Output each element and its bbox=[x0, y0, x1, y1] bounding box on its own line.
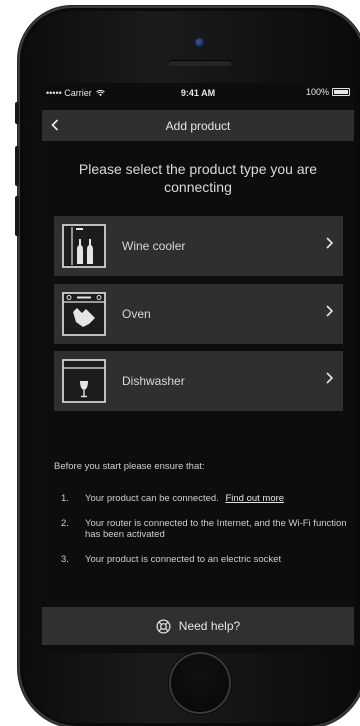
chevron-right-icon bbox=[326, 302, 334, 322]
chevron-right-icon bbox=[326, 234, 334, 254]
mute-switch bbox=[15, 102, 19, 124]
product-dishwasher[interactable]: Dishwasher bbox=[54, 351, 343, 411]
home-button[interactable] bbox=[171, 654, 229, 712]
nav-bar: Add product bbox=[42, 110, 354, 141]
volume-up-button bbox=[15, 146, 19, 186]
checklist-item: 2. Your router is connected to the Inter… bbox=[61, 518, 347, 540]
product-label: Dishwasher bbox=[122, 374, 185, 388]
chevron-right-icon bbox=[326, 369, 334, 389]
product-oven[interactable]: Oven bbox=[54, 284, 343, 344]
battery-percent: 100% bbox=[305, 87, 329, 97]
need-help-label: Need help? bbox=[178, 619, 241, 633]
front-camera bbox=[195, 38, 204, 47]
dishwasher-icon bbox=[62, 359, 106, 403]
app-screen: ••••• Carrier 9:41 AM 100% Add product P… bbox=[42, 83, 354, 653]
battery-icon bbox=[332, 88, 350, 96]
checklist-item: 1. Your product can be connected. Find o… bbox=[61, 493, 285, 504]
wine-cooler-icon bbox=[62, 224, 106, 268]
find-out-more-link[interactable]: Find out more bbox=[225, 493, 284, 504]
checklist: 1. Your product can be connected. Find o… bbox=[54, 493, 349, 579]
checklist-intro: Before you start please ensure that: bbox=[54, 461, 205, 472]
oven-icon bbox=[62, 292, 106, 336]
product-wine-cooler[interactable]: Wine cooler bbox=[54, 216, 343, 276]
need-help-button[interactable]: Need help? bbox=[42, 607, 354, 645]
product-label: Wine cooler bbox=[122, 239, 186, 253]
volume-down-button bbox=[15, 196, 19, 236]
checklist-item: 3. Your product is connected to an elect… bbox=[61, 554, 282, 565]
product-label: Oven bbox=[122, 307, 151, 321]
status-bar: ••••• Carrier 9:41 AM 100% bbox=[42, 83, 354, 103]
instruction-heading: Please select the product type you are c… bbox=[78, 161, 318, 195]
battery-indicator: 100% bbox=[306, 87, 350, 97]
earpiece-speaker bbox=[168, 60, 232, 66]
lifebuoy-icon bbox=[156, 619, 171, 633]
page-title: Add product bbox=[165, 119, 231, 133]
